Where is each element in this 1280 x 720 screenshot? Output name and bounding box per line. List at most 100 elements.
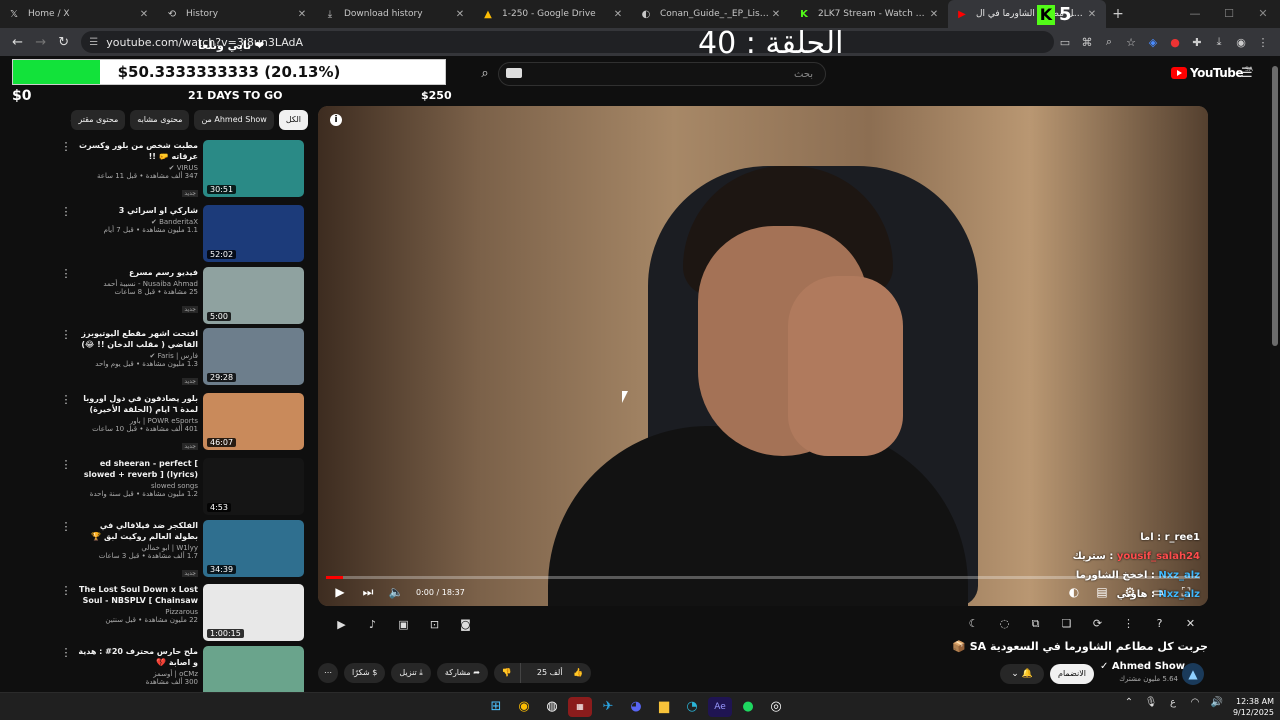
camera-icon[interactable]: ▶	[326, 618, 357, 631]
music-note-icon[interactable]: ♪	[357, 618, 388, 631]
recommendation-thumbnail[interactable]: 52:02	[203, 205, 304, 262]
like-button[interactable]: 25 ألف 👍	[521, 663, 591, 683]
channel-name[interactable]: ✓ Ahmed Show	[1100, 661, 1185, 672]
recommendation-item[interactable]: ⋮ بلور يصادفون في دول اوروبا لمدة ٦ ايام …	[60, 393, 304, 451]
recommendation-thumbnail[interactable]: 5:00	[203, 267, 304, 324]
browser-menu-icon[interactable]: ⋮	[1252, 36, 1274, 49]
winrar-icon[interactable]: ▦	[568, 697, 592, 717]
recommendation-title[interactable]: مطبت شخص من بلور وكسرت عرقاته 🤛 !!	[78, 140, 198, 162]
more-actions-button[interactable]: ⋯	[318, 663, 338, 683]
screenshot-icon[interactable]: ◙	[450, 618, 481, 631]
browser-tab[interactable]: ◐ Conan_Guide_-_EP_List (1).pdf✕	[632, 0, 790, 28]
back-icon[interactable]: ←	[6, 35, 29, 50]
more-options-icon[interactable]: ⋮	[60, 328, 72, 341]
channel-avatar[interactable]: ▲	[1182, 663, 1204, 685]
more-options-icon[interactable]: ⋮	[60, 646, 72, 659]
page-scrollbar[interactable]	[1270, 56, 1280, 692]
wifi-icon[interactable]: ◠	[1184, 697, 1206, 708]
browser-tab-active[interactable]: ▶جربت كل مطاعم الشاورما في ال✕	[948, 0, 1106, 28]
tray-overflow-icon[interactable]: ⌃	[1118, 697, 1140, 708]
recommendation-thumbnail[interactable]: 34:39	[203, 520, 304, 577]
caption-box-icon[interactable]: ⊡	[419, 618, 450, 631]
obs-icon[interactable]: ◍	[540, 697, 564, 717]
recommendation-item[interactable]: ⋮ ed sheeran - perfect [ slowed + reverb …	[60, 458, 304, 516]
recommendation-channel[interactable]: BanderitaX ✔	[78, 218, 198, 226]
recommendation-channel[interactable]: Nusaiba Ahmad - نسيبة أحمد	[78, 280, 198, 288]
notification-bell-button[interactable]: ⌄ 🔔	[1000, 664, 1044, 684]
edge-icon[interactable]: ◔	[680, 697, 704, 717]
join-button[interactable]: الانضمام	[1050, 664, 1094, 684]
minimize-icon[interactable]: —	[1178, 0, 1212, 28]
download-button[interactable]: تنزيل ⤓	[391, 663, 431, 683]
chrome-icon[interactable]: ◉	[512, 697, 536, 717]
more-options-icon[interactable]: ⋮	[60, 205, 72, 218]
translate-icon[interactable]: ⌘	[1076, 36, 1098, 49]
more-vertical-icon[interactable]: ⋮	[1113, 617, 1144, 631]
recommendation-thumbnail[interactable]: 30:51	[203, 140, 304, 197]
chip-from-channel[interactable]: من Ahmed Show	[194, 110, 274, 130]
recommendation-title[interactable]: شاركي او اسرائي 3	[78, 205, 198, 216]
recommendation-item[interactable]: ⋮ الفلكجر ضد فيلافالي في بطولة العالم روك…	[60, 520, 304, 578]
bookmark-star-icon[interactable]: ☆	[1120, 36, 1142, 49]
recommendation-thumbnail[interactable]: 46:07	[203, 393, 304, 450]
close-tab-icon[interactable]: ✕	[928, 9, 940, 20]
close-window-icon[interactable]: ✕	[1246, 0, 1280, 28]
recommendation-thumbnail[interactable]: 29:28	[203, 328, 304, 385]
keyboard-icon[interactable]	[506, 68, 522, 78]
recommendation-channel[interactable]: Pizzarous	[78, 608, 198, 616]
browser-tab[interactable]: ⟲ History ✕	[158, 0, 316, 28]
recommendation-channel[interactable]: POWR eSports | باور	[78, 417, 198, 425]
more-options-icon[interactable]: ⋮	[60, 458, 72, 471]
mic-icon[interactable]: 🎙	[1140, 697, 1162, 708]
autoplay-toggle-icon[interactable]: ◐	[1060, 585, 1088, 600]
browser-tab[interactable]: ▲ 1-250 - Google Drive ✕	[474, 0, 632, 28]
recommendation-item[interactable]: ⋮ The Lost Soul Down x Lost Soul - NBSPLV…	[60, 584, 304, 642]
search-button-icon[interactable]: ⌕	[471, 62, 499, 86]
recommendation-channel[interactable]: W1lyy | ابو خمالي	[78, 544, 198, 552]
browser-tab[interactable]: ⤓ Download history ✕	[316, 0, 474, 28]
play-icon[interactable]: ▶	[326, 585, 354, 599]
discord-icon[interactable]: ◕	[624, 697, 648, 717]
profile-icon[interactable]: ◉	[1230, 36, 1252, 49]
picture-in-picture-icon[interactable]: ⧉	[1020, 617, 1051, 631]
cast-icon[interactable]: ▭	[1054, 36, 1076, 49]
close-tab-icon[interactable]: ✕	[138, 9, 150, 20]
video-progress-bar[interactable]	[326, 576, 1200, 579]
browser-tab[interactable]: K 2LK7 Stream - Watch Live on K✕	[790, 0, 948, 28]
loop-icon[interactable]: ⟳	[1082, 617, 1113, 631]
after-effects-icon[interactable]: Ae	[708, 697, 732, 717]
volume-icon[interactable]: 🔈	[382, 585, 410, 599]
recommendation-title[interactable]: فيديو رسم مسرع	[78, 267, 198, 278]
close-tab-icon[interactable]: ✕	[770, 9, 782, 20]
info-icon[interactable]: i	[330, 114, 342, 126]
more-options-icon[interactable]: ⋮	[60, 520, 72, 533]
more-options-icon[interactable]: ⋮	[60, 267, 72, 280]
settings-gear-icon[interactable]: ⚙	[1116, 585, 1144, 600]
dislike-button[interactable]: 👎	[494, 663, 520, 683]
chip-recommended[interactable]: محتوى مقتر	[71, 110, 126, 130]
thanks-button[interactable]: شكرًا $	[344, 663, 386, 683]
site-info-icon[interactable]: ☰	[89, 37, 98, 48]
recommendation-thumbnail[interactable]: 1:00:15	[203, 584, 304, 641]
playlist-icon[interactable]: ❏	[1051, 617, 1082, 631]
forward-icon[interactable]: →	[29, 35, 52, 50]
lightbulb-icon[interactable]: ◌	[989, 617, 1020, 631]
extension-icon[interactable]: ◈	[1142, 36, 1164, 49]
recommendation-title[interactable]: The Lost Soul Down x Lost Soul - NBSPLV …	[78, 584, 198, 606]
search-input[interactable]: بحث	[498, 62, 826, 86]
telegram-icon[interactable]: ✈	[596, 697, 620, 717]
recommendation-channel[interactable]: فارس | Faris ✔	[78, 352, 198, 360]
steam-icon[interactable]: ◎	[764, 697, 788, 717]
close-tab-icon[interactable]: ✕	[1086, 9, 1098, 20]
recommendation-thumbnail[interactable]: 4:53	[203, 458, 304, 515]
close-tab-icon[interactable]: ✕	[454, 9, 466, 20]
input-language[interactable]: ع	[1162, 697, 1184, 708]
spotify-icon[interactable]: ●	[736, 697, 760, 717]
reload-icon[interactable]: ↻	[52, 35, 75, 50]
next-icon[interactable]: ⏭	[354, 585, 382, 600]
chip-related[interactable]: محتوى مشابه	[130, 110, 190, 130]
file-explorer-icon[interactable]: ▆	[652, 697, 676, 717]
recommendation-title[interactable]: افتحت اشهر مقطع اليوتيوبرز القاضي ( مقلب…	[78, 328, 198, 350]
theater-mode-icon[interactable]: ▭	[1144, 585, 1172, 600]
recommendation-title[interactable]: بلور يصادفون في دول اوروبا لمدة ٦ ايام (…	[78, 393, 198, 415]
